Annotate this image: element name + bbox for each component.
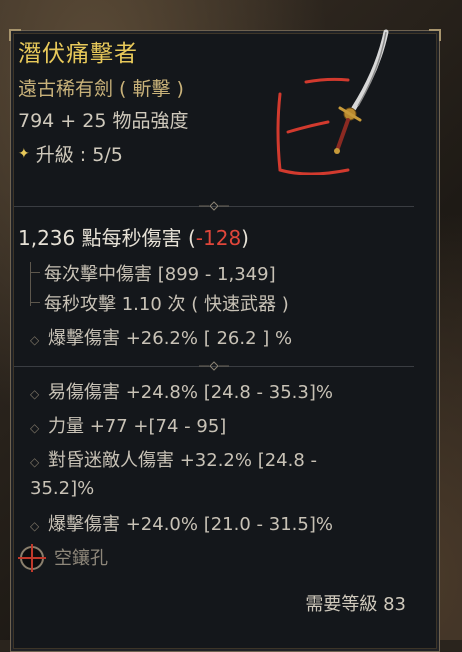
attacks-per-second: 每秒攻擊 1.10 次 ( 快速武器 ) — [44, 294, 289, 315]
divider-middle — [14, 361, 414, 371]
affix-crit: ◇ 爆擊傷害 +24.0% [21.0 - 31.5]% — [30, 510, 333, 536]
affix-stunned: ◇ 對昏迷敵人傷害 +32.2% [24.8 - — [30, 446, 317, 472]
bullet-icon: ◇ — [30, 387, 40, 401]
bullet-icon: ◇ — [30, 421, 40, 435]
affix-text: 力量 +77 +[74 - 95] — [48, 416, 227, 437]
damage-per-hit: 每次擊中傷害 [899 - 1,349] — [44, 264, 276, 285]
implicit-affix: ◇ 爆擊傷害 +26.2% [ 26.2 ] % — [30, 324, 292, 350]
stat-tree-line — [30, 262, 45, 306]
affix-text: 35.2]% — [30, 478, 95, 499]
bullet-icon: ◇ — [30, 519, 40, 533]
bullet-icon: ◇ — [30, 333, 40, 347]
socket-label: 空鑲孔 — [54, 548, 108, 569]
bullet-icon: ◇ — [30, 455, 40, 469]
affix-strength: ◇ 力量 +77 +[74 - 95] — [30, 412, 226, 438]
sword-icon — [276, 29, 389, 175]
item-type: 遠古稀有劍 ( 斬擊 ) — [18, 78, 184, 100]
stat-tree-tick — [30, 302, 40, 303]
dps-value: 1,236 點每秒傷害 (-128) — [18, 222, 249, 251]
affix-vulnerable: ◇ 易傷傷害 +24.8% [24.8 - 35.3]% — [30, 378, 333, 404]
upgrade-status: ✦ 升級 : 5/5 — [18, 140, 123, 167]
dps-main: 1,236 點每秒傷害 ( — [18, 226, 196, 250]
upgrade-label: 升級 : 5/5 — [35, 144, 123, 166]
item-power: 794 + 25 物品強度 — [18, 110, 189, 132]
item-name: 潛伏痛擊者 — [18, 41, 138, 67]
affix-stunned-cont: 35.2]% — [30, 478, 94, 499]
dps-close: ) — [241, 226, 249, 250]
dps-delta: -128 — [195, 226, 242, 250]
level-requirement: 需要等級 83 — [305, 594, 406, 615]
implicit-text: 爆擊傷害 +26.2% [ 26.2 ] % — [48, 328, 293, 349]
affix-text: 爆擊傷害 +24.0% [21.0 - 31.5]% — [48, 514, 333, 535]
stat-tree-tick — [30, 272, 40, 273]
diamond-icon: ✦ — [18, 145, 30, 162]
divider-top — [14, 201, 414, 211]
affix-text: 易傷傷害 +24.8% [24.8 - 35.3]% — [48, 382, 333, 403]
socket-icon — [18, 544, 46, 572]
affix-text: 對昏迷敵人傷害 +32.2% [24.8 - — [48, 450, 318, 471]
